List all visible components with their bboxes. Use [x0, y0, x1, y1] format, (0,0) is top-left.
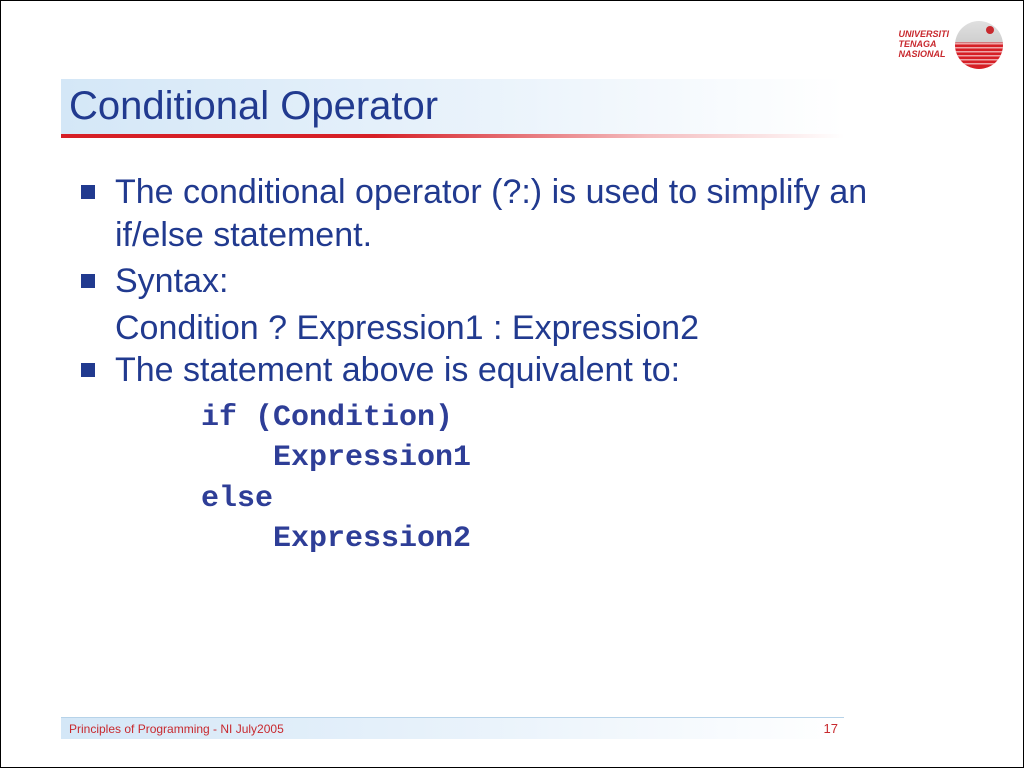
- bullet-1-text: The conditional operator (?:) is used to…: [115, 171, 963, 256]
- logo-line-3: NASIONAL: [898, 50, 949, 60]
- bullet-2-text: Syntax:: [115, 260, 228, 303]
- bullet-2: Syntax:: [81, 260, 963, 303]
- logo-text: UNIVERSITI TENAGA NASIONAL: [898, 30, 949, 60]
- title-bar: Conditional Operator: [61, 79, 844, 134]
- code-line-1: if (Condition): [201, 398, 963, 439]
- bullet-2-sub: Condition ? Expression1 : Expression2: [115, 307, 963, 350]
- code-line-4: Expression2: [201, 519, 963, 560]
- logo-icon: [955, 21, 1003, 69]
- title-underline: [61, 134, 844, 138]
- bullet-3: The statement above is equivalent to:: [81, 349, 963, 392]
- bullet-icon: [81, 274, 95, 288]
- slide-title: Conditional Operator: [69, 84, 438, 129]
- footer-bar: Principles of Programming - NI July2005 …: [61, 717, 844, 739]
- slide-content: The conditional operator (?:) is used to…: [81, 171, 963, 560]
- university-logo: UNIVERSITI TENAGA NASIONAL: [898, 21, 1003, 69]
- code-line-2: Expression1: [201, 438, 963, 479]
- bullet-icon: [81, 363, 95, 377]
- bullet-3-text: The statement above is equivalent to:: [115, 349, 680, 392]
- code-block: if (Condition) Expression1 else Expressi…: [201, 398, 963, 560]
- bullet-icon: [81, 185, 95, 199]
- footer-text: Principles of Programming - NI July2005: [69, 722, 284, 736]
- page-number: 17: [824, 721, 838, 736]
- bullet-1: The conditional operator (?:) is used to…: [81, 171, 963, 256]
- code-line-3: else: [201, 479, 963, 520]
